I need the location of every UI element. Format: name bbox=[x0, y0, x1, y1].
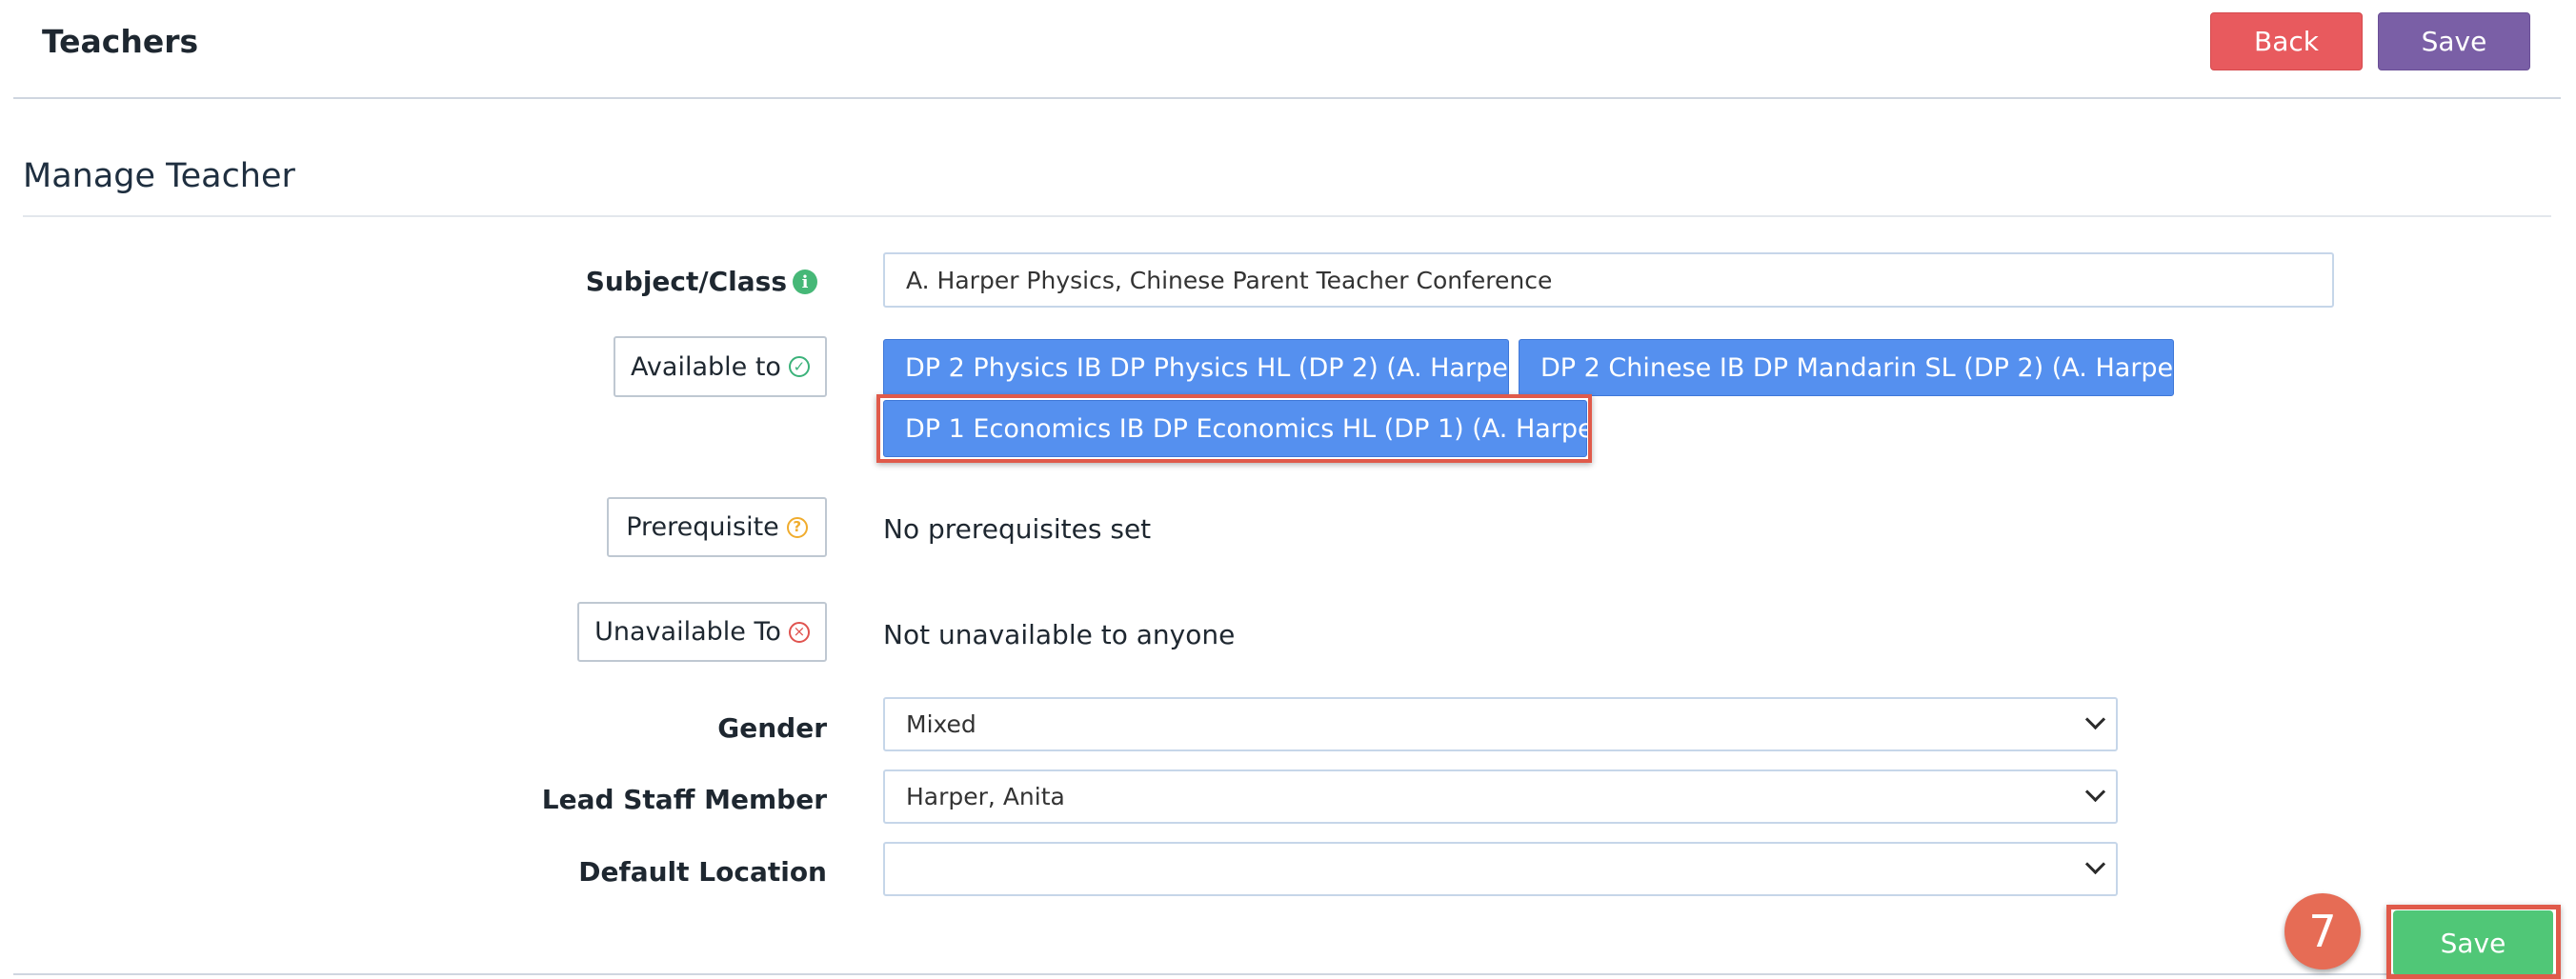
available-tag[interactable]: DP 2 Physics IB DP Physics HL (DP 2) (A.… bbox=[883, 339, 1564, 396]
unavailable-to-label: Unavailable To bbox=[594, 617, 781, 647]
lead-staff-label: Lead Staff Member bbox=[541, 784, 827, 815]
page-title: Teachers bbox=[42, 23, 199, 60]
tag-label: DP 2 Physics IB DP Physics HL (DP 2) (A.… bbox=[905, 352, 1529, 383]
prerequisite-button[interactable]: Prerequisite ? bbox=[607, 497, 827, 557]
save-button-top[interactable]: Save bbox=[2378, 12, 2530, 70]
highlight-box bbox=[876, 394, 1592, 463]
x-circle-icon: × bbox=[788, 621, 810, 643]
info-icon[interactable]: i bbox=[793, 270, 817, 294]
tag-label: DP 2 Chinese IB DP Mandarin SL (DP 2) (A… bbox=[1540, 352, 2194, 383]
chevron-down-icon bbox=[2084, 709, 2106, 730]
gender-label: Gender bbox=[717, 712, 827, 744]
section-title: Manage Teacher bbox=[23, 157, 295, 195]
header-divider bbox=[13, 97, 2561, 99]
step-badge: 7 bbox=[2284, 893, 2361, 969]
chevron-down-icon bbox=[2084, 781, 2106, 803]
gender-value: Mixed bbox=[906, 710, 976, 738]
available-to-button[interactable]: Available to ✓ bbox=[614, 336, 827, 397]
default-location-label: Default Location bbox=[578, 856, 827, 888]
default-location-select[interactable] bbox=[883, 842, 2118, 896]
lead-staff-value: Harper, Anita bbox=[906, 783, 1065, 810]
footer-divider bbox=[13, 973, 2561, 975]
available-to-label: Available to bbox=[631, 351, 781, 382]
check-circle-icon: ✓ bbox=[788, 356, 810, 377]
unavailable-to-button[interactable]: Unavailable To × bbox=[577, 602, 827, 662]
question-circle-icon: ? bbox=[786, 516, 808, 538]
prerequisite-value: No prerequisites set bbox=[883, 513, 1152, 545]
subject-class-input[interactable]: A. Harper Physics, Chinese Parent Teache… bbox=[883, 252, 2334, 308]
prerequisite-label: Prerequisite bbox=[626, 512, 779, 542]
section-divider bbox=[23, 215, 2551, 217]
gender-select[interactable]: Mixed bbox=[883, 697, 2118, 751]
highlight-box bbox=[2386, 905, 2561, 979]
subject-class-label: Subject/Class bbox=[585, 266, 787, 297]
back-button[interactable]: Back bbox=[2210, 12, 2363, 70]
lead-staff-select[interactable]: Harper, Anita bbox=[883, 769, 2118, 824]
unavailable-value: Not unavailable to anyone bbox=[883, 619, 1236, 650]
chevron-down-icon bbox=[2084, 853, 2106, 875]
close-icon[interactable]: × bbox=[1625, 414, 1649, 443]
available-tag[interactable]: DP 2 Chinese IB DP Mandarin SL (DP 2) (A… bbox=[1519, 339, 2229, 396]
close-icon[interactable]: × bbox=[2205, 353, 2229, 382]
